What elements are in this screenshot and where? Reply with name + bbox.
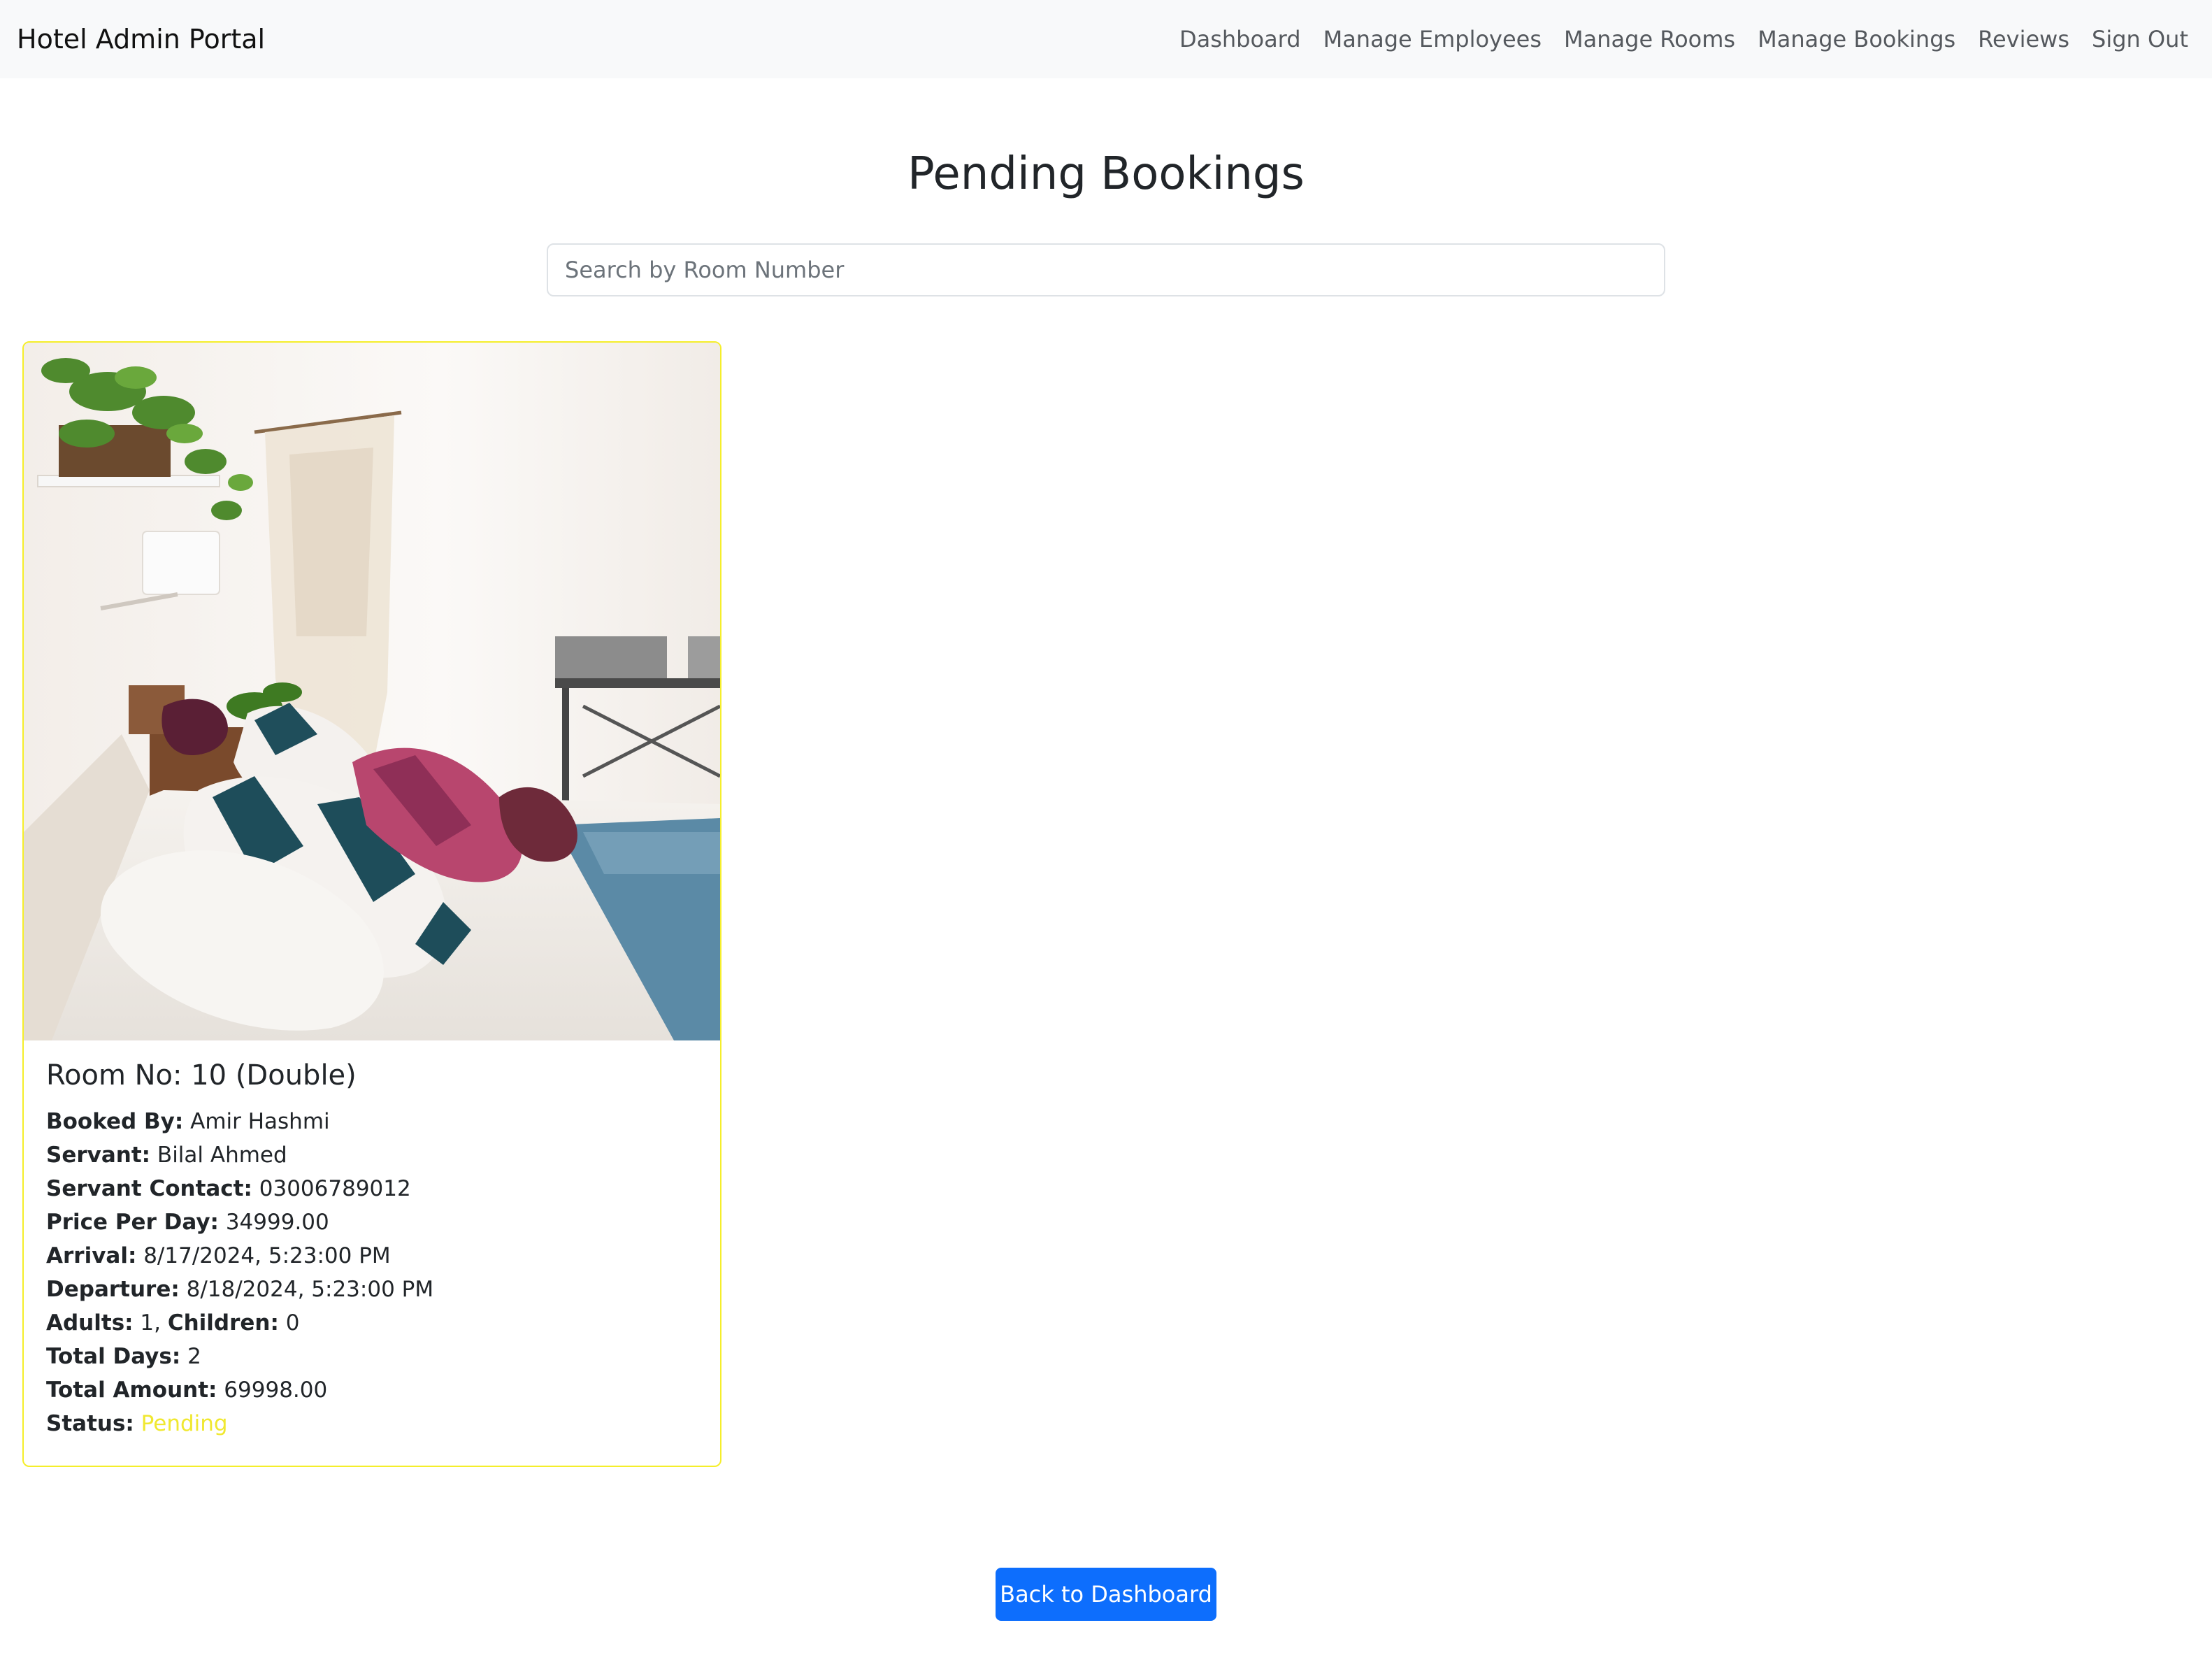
value-arrival: 8/17/2024, 5:23:00 PM xyxy=(143,1243,391,1268)
status-badge: Pending xyxy=(141,1411,228,1436)
navbar: Hotel Admin Portal Dashboard Manage Empl… xyxy=(0,0,2212,78)
value-total-amount: 69998.00 xyxy=(224,1378,328,1403)
value-booked-by: Amir Hashmi xyxy=(190,1109,330,1134)
page-title: Pending Bookings xyxy=(907,148,1305,200)
value-children: 0 xyxy=(285,1310,300,1336)
label-servant-contact: Servant Contact: xyxy=(46,1176,252,1201)
search-input[interactable] xyxy=(547,243,1665,296)
value-servant-contact: 03006789012 xyxy=(259,1176,411,1201)
value-adults: 1 xyxy=(140,1310,155,1336)
label-adults: Adults: xyxy=(46,1310,134,1336)
nav-link-manage-employees[interactable]: Manage Employees xyxy=(1323,26,1542,52)
label-total-days: Total Days: xyxy=(46,1344,181,1369)
detail-servant-contact: Servant Contact: 03006789012 xyxy=(46,1172,703,1205)
nav-link-manage-bookings[interactable]: Manage Bookings xyxy=(1758,26,1955,52)
detail-booked-by: Booked By: Amir Hashmi xyxy=(46,1105,703,1138)
label-servant: Servant: xyxy=(46,1143,151,1168)
nav-link-reviews[interactable]: Reviews xyxy=(1978,26,2069,52)
brand-link[interactable]: Hotel Admin Portal xyxy=(17,0,265,78)
value-price-per-day: 34999.00 xyxy=(225,1210,329,1235)
detail-status: Status: Pending xyxy=(46,1407,703,1440)
booking-card: Room No: 10 (Double) Booked By: Amir Has… xyxy=(22,341,721,1467)
detail-departure: Departure: 8/18/2024, 5:23:00 PM xyxy=(46,1273,703,1306)
label-total-amount: Total Amount: xyxy=(46,1378,217,1403)
room-title: Room No: 10 (Double) xyxy=(46,1059,357,1092)
separator-comma: , xyxy=(154,1310,168,1336)
room-photo xyxy=(24,343,720,1040)
label-booked-by: Booked By: xyxy=(46,1109,184,1134)
detail-occupants: Adults: 1, Children: 0 xyxy=(46,1306,703,1340)
label-departure: Departure: xyxy=(46,1277,180,1302)
value-departure: 8/18/2024, 5:23:00 PM xyxy=(186,1277,434,1302)
label-children: Children: xyxy=(167,1310,279,1336)
label-arrival: Arrival: xyxy=(46,1243,137,1268)
detail-servant: Servant: Bilal Ahmed xyxy=(46,1138,703,1172)
nav-link-manage-rooms[interactable]: Manage Rooms xyxy=(1564,26,1735,52)
detail-total-days: Total Days: 2 xyxy=(46,1340,703,1373)
label-price-per-day: Price Per Day: xyxy=(46,1210,219,1235)
value-servant: Bilal Ahmed xyxy=(157,1143,287,1168)
detail-total-amount: Total Amount: 69998.00 xyxy=(46,1373,703,1407)
nav-links: Dashboard Manage Employees Manage Rooms … xyxy=(1157,0,2188,78)
nav-link-dashboard[interactable]: Dashboard xyxy=(1179,26,1301,52)
nav-link-sign-out[interactable]: Sign Out xyxy=(2092,26,2188,52)
value-total-days: 2 xyxy=(187,1344,201,1369)
label-status: Status: xyxy=(46,1411,134,1436)
back-to-dashboard-button[interactable]: Back to Dashboard xyxy=(996,1568,1216,1621)
detail-arrival: Arrival: 8/17/2024, 5:23:00 PM xyxy=(46,1239,703,1273)
booking-details: Room No: 10 (Double) Booked By: Amir Has… xyxy=(46,1056,703,1440)
detail-price-per-day: Price Per Day: 34999.00 xyxy=(46,1205,703,1239)
